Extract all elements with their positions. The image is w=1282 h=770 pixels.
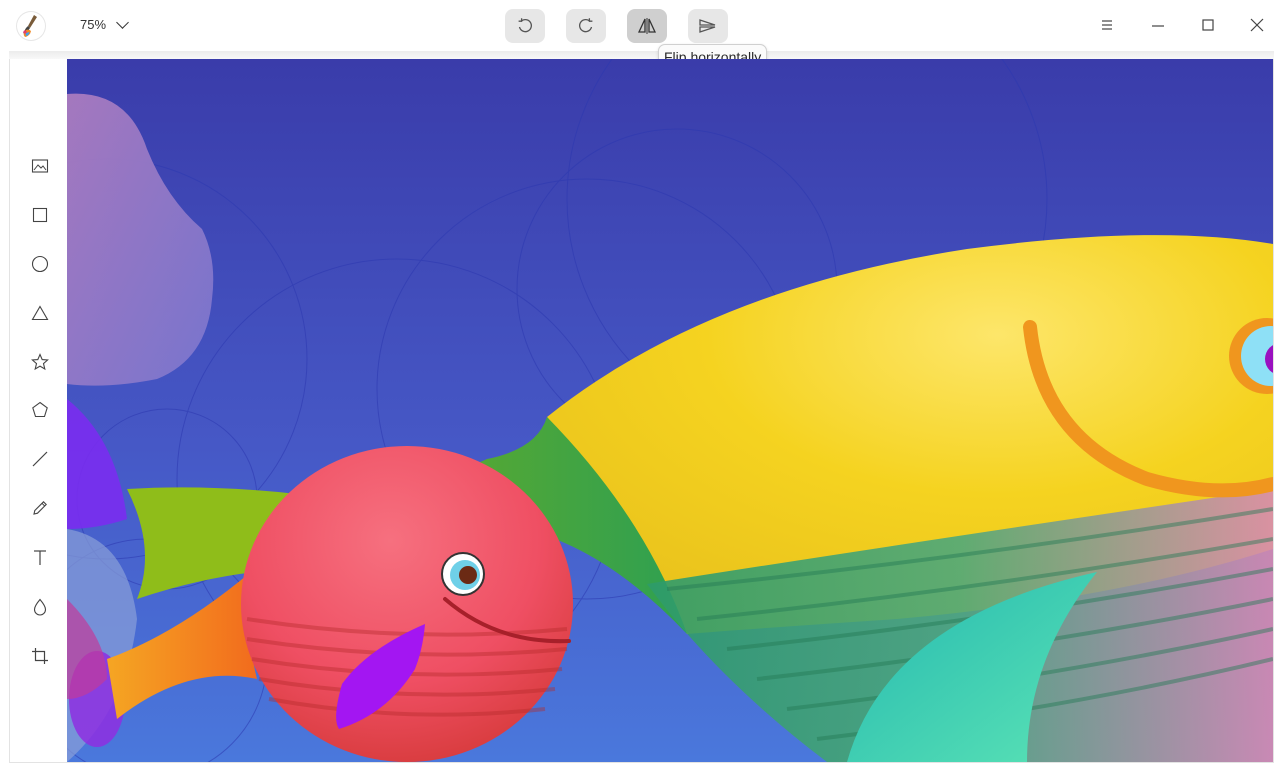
- star-tool[interactable]: [28, 350, 52, 374]
- import-image-tool[interactable]: [28, 154, 52, 178]
- drawing-canvas[interactable]: [67, 59, 1273, 762]
- maximize-button[interactable]: [1196, 13, 1220, 37]
- pencil-tool[interactable]: [28, 496, 52, 520]
- drop-icon: [33, 598, 47, 616]
- star-icon: [31, 353, 49, 371]
- image-icon: [31, 159, 49, 173]
- menu-icon: [1102, 20, 1112, 30]
- crop-tool[interactable]: [28, 644, 52, 668]
- rotate-left-icon: [518, 18, 532, 33]
- polygon-tool[interactable]: [28, 398, 52, 422]
- text-icon: [34, 550, 46, 565]
- rectangle-icon: [32, 207, 48, 223]
- chevron-down-icon: [116, 15, 129, 29]
- text-tool[interactable]: [28, 546, 52, 570]
- rotate-right-button[interactable]: [566, 9, 606, 43]
- flip-vertical-button[interactable]: [688, 9, 728, 43]
- pencil-icon: [33, 501, 47, 515]
- minimize-button[interactable]: [1146, 13, 1170, 37]
- app-logo-icon: [17, 12, 45, 40]
- rectangle-tool[interactable]: [28, 203, 52, 227]
- close-icon: [1250, 18, 1264, 32]
- crop-icon: [32, 648, 48, 664]
- flip-horizontal-icon: [637, 18, 657, 34]
- pentagon-icon: [32, 401, 48, 418]
- triangle-tool[interactable]: [28, 301, 52, 325]
- flip-horizontal-button[interactable]: [627, 9, 667, 43]
- triangle-icon: [31, 305, 49, 321]
- maximize-icon: [1202, 19, 1214, 31]
- minimize-icon: [1152, 25, 1164, 27]
- tool-sidebar: [10, 59, 67, 762]
- blur-tool[interactable]: [28, 595, 52, 619]
- rotate-right-icon: [579, 18, 593, 33]
- ellipse-tool[interactable]: [28, 252, 52, 276]
- line-tool[interactable]: [28, 447, 52, 471]
- titlebar-divider: [9, 51, 1274, 59]
- ellipse-icon: [31, 255, 49, 273]
- close-button[interactable]: [1245, 13, 1269, 37]
- rotate-left-button[interactable]: [505, 9, 545, 43]
- menu-button[interactable]: [1095, 13, 1119, 37]
- canvas-image: [67, 59, 1273, 762]
- zoom-selector[interactable]: 75%: [80, 15, 129, 32]
- zoom-value: 75%: [80, 17, 107, 32]
- line-icon: [32, 451, 48, 467]
- flip-vertical-icon: [699, 19, 716, 33]
